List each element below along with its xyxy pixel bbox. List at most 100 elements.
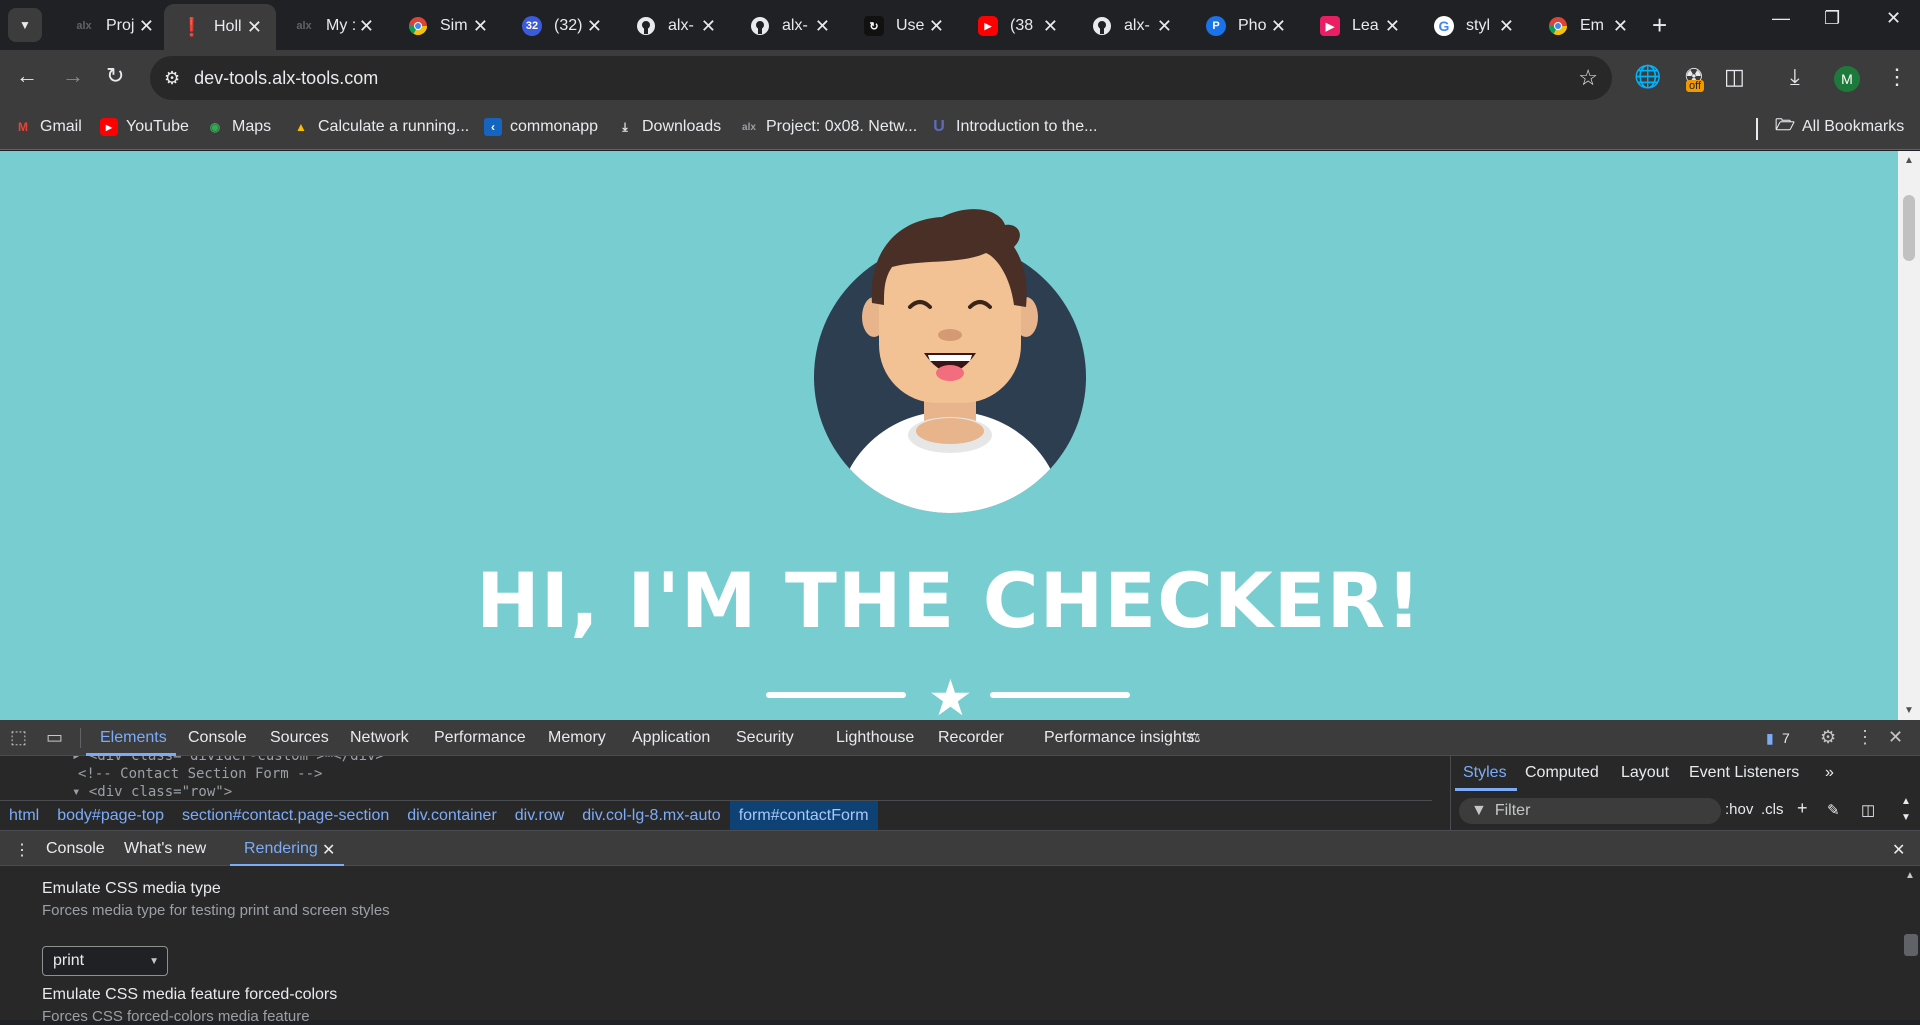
tab-1-active[interactable]: ❗ Holl ✕ (164, 4, 276, 50)
reload-button[interactable]: ↻ (106, 63, 124, 89)
extensions-puzzle-icon[interactable]: ◫ (1724, 64, 1745, 90)
page-scrollbar[interactable]: ▲ ▼ (1898, 151, 1920, 720)
menu-kebab-icon[interactable]: ⋮ (1886, 64, 1908, 90)
scrollbar-thumb[interactable] (1904, 934, 1918, 956)
tab-security[interactable]: Security (736, 729, 794, 747)
drawer-tab-whats-new[interactable]: What's new (124, 840, 206, 858)
tab-3[interactable]: Sim ✕ (390, 10, 502, 42)
tab-10[interactable]: P Pho ✕ (1188, 10, 1300, 42)
tab-2[interactable]: alx My : ✕ (276, 10, 388, 42)
close-icon[interactable]: ✕ (587, 16, 602, 37)
close-drawer-icon[interactable]: ✕ (1892, 840, 1905, 860)
drawer-tab-rendering[interactable]: Rendering (244, 840, 318, 858)
tab-5[interactable]: alx- ✕ (618, 10, 730, 42)
tab-performance-insights[interactable]: Performance insights (1044, 729, 1194, 747)
close-window-button[interactable]: ✕ (1886, 8, 1901, 29)
issues-count[interactable]: 7 (1782, 730, 1790, 746)
tab-11[interactable]: ▶ Lea ✕ (1302, 10, 1414, 42)
close-icon[interactable]: ✕ (1271, 16, 1286, 37)
breadcrumb-row[interactable]: div.row (506, 801, 574, 831)
close-icon[interactable]: ✕ (247, 17, 262, 38)
sidebar-toggle-icon[interactable]: ◫ (1861, 801, 1875, 819)
rendering-scrollbar[interactable]: ▲ (1900, 866, 1920, 1020)
forward-button[interactable]: → (62, 63, 84, 89)
bookmark-gmail[interactable]: M Gmail (14, 118, 82, 136)
breadcrumb-col[interactable]: div.col-lg-8.mx-auto (573, 801, 729, 831)
paint-icon[interactable]: ✎ (1827, 801, 1840, 819)
breadcrumb-body[interactable]: body#page-top (48, 801, 173, 831)
scrollbar-thumb[interactable] (1903, 195, 1915, 261)
tab-styles[interactable]: Styles (1463, 764, 1507, 782)
bookmark-star-icon[interactable]: ☆ (1578, 65, 1598, 91)
back-button[interactable]: ← (16, 63, 38, 89)
close-icon[interactable]: ✕ (322, 840, 335, 860)
tab-memory[interactable]: Memory (548, 729, 606, 747)
more-options-icon[interactable]: ⋮ (1856, 727, 1874, 748)
tab-0[interactable]: alx Proj ✕ (56, 10, 168, 42)
bookmark-calculate[interactable]: ▲ Calculate a running... (292, 118, 469, 136)
tab-6[interactable]: alx- ✕ (732, 10, 844, 42)
close-icon[interactable]: ✕ (701, 16, 716, 37)
tab-computed[interactable]: Computed (1525, 764, 1599, 782)
scroll-down-arrow-icon[interactable]: ▼ (1904, 705, 1914, 716)
url-text[interactable]: dev-tools.alx-tools.com (194, 68, 378, 89)
dom-tree[interactable]: ▸ <div class="divider-custom">⋯</div> <!… (0, 756, 1432, 798)
tab-sources[interactable]: Sources (270, 729, 329, 747)
tab-search-button[interactable]: ▼ (8, 8, 42, 42)
breadcrumb-html[interactable]: html (0, 801, 48, 831)
minimize-button[interactable]: — (1772, 8, 1790, 29)
tab-9[interactable]: alx- ✕ (1074, 10, 1186, 42)
close-icon[interactable]: ✕ (473, 16, 488, 37)
tab-8[interactable]: ▶ (38 ✕ (960, 10, 1072, 42)
media-type-select[interactable]: print ▼ (42, 946, 168, 976)
bookmark-youtube[interactable]: ▶ YouTube (100, 118, 189, 136)
close-icon[interactable]: ✕ (815, 16, 830, 37)
tab-12[interactable]: G styl ✕ (1416, 10, 1528, 42)
styles-filter-input[interactable]: ▼ Filter (1459, 798, 1721, 824)
drawer-menu-icon[interactable]: ⋮ (14, 840, 30, 860)
tab-console[interactable]: Console (188, 729, 247, 747)
close-icon[interactable]: ✕ (1385, 16, 1400, 37)
cls-toggle[interactable]: .cls (1761, 801, 1784, 818)
breadcrumb-form[interactable]: form#contactForm (729, 800, 878, 831)
add-rule-icon[interactable]: + (1797, 798, 1808, 819)
close-icon[interactable]: ✕ (359, 16, 374, 37)
scroll-up-arrow-icon[interactable]: ▲ (1905, 870, 1915, 881)
tab-recorder[interactable]: Recorder (938, 729, 1004, 747)
breadcrumb-section[interactable]: section#contact.page-section (173, 801, 398, 831)
profile-avatar[interactable]: M (1834, 66, 1860, 92)
hov-toggle[interactable]: :hov (1725, 801, 1753, 818)
device-toolbar-icon[interactable]: ▭ (46, 727, 63, 748)
close-icon[interactable]: ✕ (1157, 16, 1172, 37)
site-info-icon[interactable]: ⚙ (164, 68, 180, 89)
restore-button[interactable]: ❐ (1824, 8, 1840, 29)
close-icon[interactable]: ✕ (929, 16, 944, 37)
bookmark-downloads[interactable]: ⤓ Downloads (616, 118, 721, 136)
more-tabs-icon[interactable]: » (1825, 764, 1834, 782)
bookmark-maps[interactable]: ◉ Maps (206, 118, 271, 136)
close-icon[interactable]: ✕ (1613, 16, 1628, 37)
tab-7[interactable]: ↻ Use ✕ (846, 10, 958, 42)
scroll-down-arrow-icon[interactable]: ▼ (1901, 812, 1911, 823)
new-tab-button[interactable]: + (1652, 10, 1667, 41)
breadcrumb-container[interactable]: div.container (398, 801, 506, 831)
tab-performance[interactable]: Performance (434, 729, 526, 747)
dom-node-partial[interactable]: ▸ <div class="divider-custom">⋯</div> (72, 756, 384, 764)
bookmark-introduction[interactable]: U Introduction to the... (930, 118, 1097, 136)
close-icon[interactable]: ✕ (1499, 16, 1514, 37)
inspect-element-icon[interactable]: ⬚ (10, 727, 27, 748)
tab-13[interactable]: Em ✕ (1530, 10, 1642, 42)
scroll-up-arrow-icon[interactable]: ▲ (1901, 796, 1911, 807)
issues-icon[interactable]: ▮ (1766, 730, 1774, 747)
tab-4[interactable]: 32 (32) ✕ (504, 10, 616, 42)
drawer-tab-console[interactable]: Console (46, 840, 105, 858)
all-bookmarks-button[interactable]: 🗁 All Bookmarks (1775, 117, 1904, 136)
tab-event-listeners[interactable]: Event Listeners (1689, 764, 1799, 782)
scroll-up-arrow-icon[interactable]: ▲ (1904, 155, 1914, 166)
dom-comment[interactable]: <!-- Contact Section Form --> (78, 766, 322, 782)
tab-network[interactable]: Network (350, 729, 409, 747)
tab-elements[interactable]: Elements (100, 729, 167, 747)
address-bar[interactable]: ⚙ dev-tools.alx-tools.com ☆ (150, 56, 1612, 100)
settings-gear-icon[interactable]: ⚙ (1820, 727, 1836, 748)
tab-application[interactable]: Application (632, 729, 710, 747)
